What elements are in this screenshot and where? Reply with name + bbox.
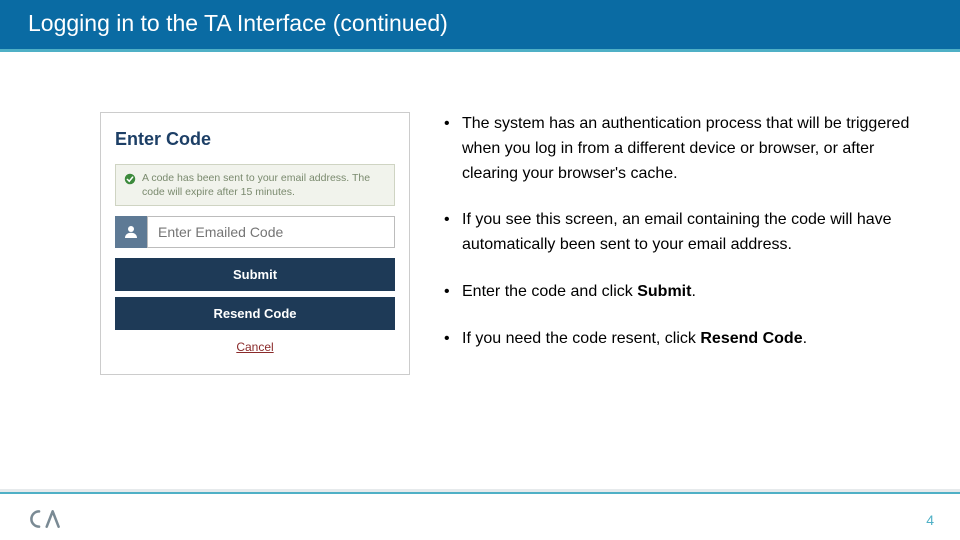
resend-code-button[interactable]: Resend Code [115, 297, 395, 330]
person-icon [115, 216, 147, 248]
code-input-row [115, 216, 395, 248]
footer-logo-icon [28, 508, 62, 530]
enter-code-panel: Enter Code A code has been sent to your … [100, 112, 410, 375]
submit-button[interactable]: Submit [115, 258, 395, 291]
check-icon [124, 173, 136, 185]
info-text: A code has been sent to your email addre… [142, 171, 386, 199]
slide: Logging in to the TA Interface (continue… [0, 0, 960, 540]
cancel-link[interactable]: Cancel [115, 340, 395, 354]
bullet-4: If you need the code resent, click Resen… [440, 327, 930, 352]
bullet-1: The system has an authentication process… [440, 112, 930, 186]
bullet-list: The system has an authentication process… [440, 112, 930, 375]
bullet-3: Enter the code and click Submit. [440, 280, 930, 305]
page-title: Logging in to the TA Interface (continue… [28, 10, 448, 36]
page-number: 4 [926, 512, 934, 528]
info-box: A code has been sent to your email addre… [115, 164, 395, 206]
header-bar: Logging in to the TA Interface (continue… [0, 0, 960, 52]
panel-title: Enter Code [115, 129, 395, 150]
footer: 4 [0, 492, 960, 540]
bullet-2: If you see this screen, an email contain… [440, 208, 930, 258]
content-area: Enter Code A code has been sent to your … [0, 52, 960, 375]
code-input[interactable] [147, 216, 395, 248]
